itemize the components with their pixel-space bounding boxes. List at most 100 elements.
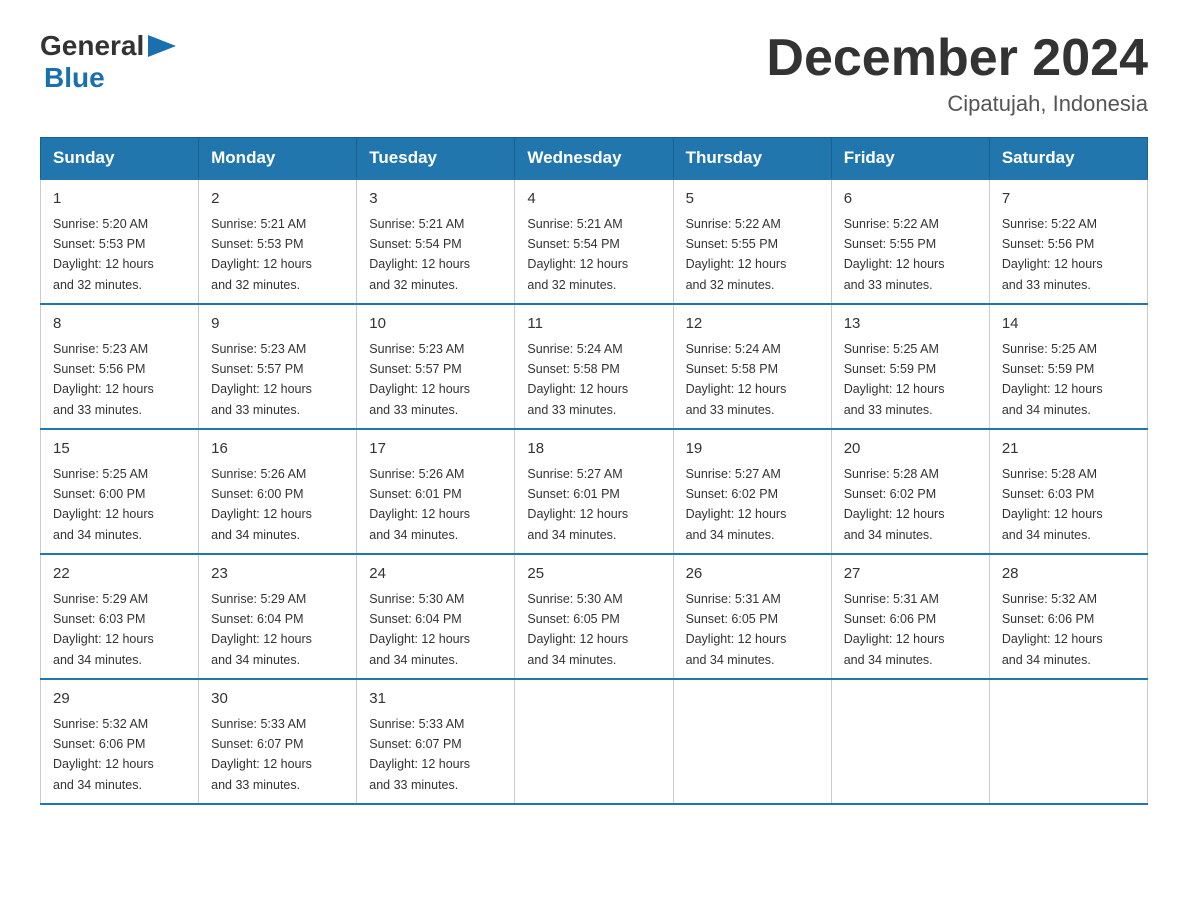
day-info: Sunrise: 5:23 AMSunset: 5:57 PMDaylight:… [369,342,470,417]
day-number: 18 [527,438,660,461]
day-number: 14 [1002,313,1135,336]
header-thursday: Thursday [673,138,831,180]
day-number: 9 [211,313,344,336]
calendar-table: SundayMondayTuesdayWednesdayThursdayFrid… [40,137,1148,805]
day-number: 15 [53,438,186,461]
day-info: Sunrise: 5:24 AMSunset: 5:58 PMDaylight:… [527,342,628,417]
header-tuesday: Tuesday [357,138,515,180]
day-info: Sunrise: 5:21 AMSunset: 5:54 PMDaylight:… [527,217,628,292]
page-header: General Blue December 2024 Cipatujah, In… [40,30,1148,117]
day-info: Sunrise: 5:25 AMSunset: 5:59 PMDaylight:… [844,342,945,417]
day-number: 13 [844,313,977,336]
day-number: 16 [211,438,344,461]
day-info: Sunrise: 5:25 AMSunset: 6:00 PMDaylight:… [53,467,154,542]
header-sunday: Sunday [41,138,199,180]
day-number: 22 [53,563,186,586]
day-number: 29 [53,688,186,711]
logo: General Blue [40,30,176,94]
calendar-cell-w4-d1: 23 Sunrise: 5:29 AMSunset: 6:04 PMDaylig… [199,554,357,679]
calendar-week-5: 29 Sunrise: 5:32 AMSunset: 6:06 PMDaylig… [41,679,1148,804]
calendar-cell-w5-d2: 31 Sunrise: 5:33 AMSunset: 6:07 PMDaylig… [357,679,515,804]
header-monday: Monday [199,138,357,180]
day-info: Sunrise: 5:29 AMSunset: 6:03 PMDaylight:… [53,592,154,667]
day-number: 20 [844,438,977,461]
calendar-cell-w1-d1: 2 Sunrise: 5:21 AMSunset: 5:53 PMDayligh… [199,179,357,304]
day-info: Sunrise: 5:27 AMSunset: 6:02 PMDaylight:… [686,467,787,542]
day-info: Sunrise: 5:28 AMSunset: 6:03 PMDaylight:… [1002,467,1103,542]
day-number: 3 [369,188,502,211]
calendar-cell-w5-d4 [673,679,831,804]
day-info: Sunrise: 5:27 AMSunset: 6:01 PMDaylight:… [527,467,628,542]
calendar-cell-w4-d0: 22 Sunrise: 5:29 AMSunset: 6:03 PMDaylig… [41,554,199,679]
day-info: Sunrise: 5:23 AMSunset: 5:56 PMDaylight:… [53,342,154,417]
calendar-cell-w2-d6: 14 Sunrise: 5:25 AMSunset: 5:59 PMDaylig… [989,304,1147,429]
calendar-cell-w2-d5: 13 Sunrise: 5:25 AMSunset: 5:59 PMDaylig… [831,304,989,429]
logo-arrow-icon [148,35,176,57]
day-number: 8 [53,313,186,336]
header-friday: Friday [831,138,989,180]
day-info: Sunrise: 5:26 AMSunset: 6:00 PMDaylight:… [211,467,312,542]
calendar-week-1: 1 Sunrise: 5:20 AMSunset: 5:53 PMDayligh… [41,179,1148,304]
day-info: Sunrise: 5:22 AMSunset: 5:55 PMDaylight:… [686,217,787,292]
day-info: Sunrise: 5:31 AMSunset: 6:06 PMDaylight:… [844,592,945,667]
day-number: 31 [369,688,502,711]
day-number: 17 [369,438,502,461]
calendar-cell-w2-d0: 8 Sunrise: 5:23 AMSunset: 5:56 PMDayligh… [41,304,199,429]
day-info: Sunrise: 5:28 AMSunset: 6:02 PMDaylight:… [844,467,945,542]
day-info: Sunrise: 5:24 AMSunset: 5:58 PMDaylight:… [686,342,787,417]
day-number: 28 [1002,563,1135,586]
location-subtitle: Cipatujah, Indonesia [766,91,1148,117]
calendar-cell-w4-d3: 25 Sunrise: 5:30 AMSunset: 6:05 PMDaylig… [515,554,673,679]
day-info: Sunrise: 5:33 AMSunset: 6:07 PMDaylight:… [211,717,312,792]
calendar-cell-w2-d1: 9 Sunrise: 5:23 AMSunset: 5:57 PMDayligh… [199,304,357,429]
day-number: 12 [686,313,819,336]
calendar-cell-w5-d6 [989,679,1147,804]
day-number: 19 [686,438,819,461]
day-number: 30 [211,688,344,711]
day-number: 26 [686,563,819,586]
calendar-cell-w1-d2: 3 Sunrise: 5:21 AMSunset: 5:54 PMDayligh… [357,179,515,304]
day-info: Sunrise: 5:26 AMSunset: 6:01 PMDaylight:… [369,467,470,542]
calendar-cell-w2-d3: 11 Sunrise: 5:24 AMSunset: 5:58 PMDaylig… [515,304,673,429]
day-number: 11 [527,313,660,336]
calendar-cell-w2-d4: 12 Sunrise: 5:24 AMSunset: 5:58 PMDaylig… [673,304,831,429]
calendar-cell-w3-d3: 18 Sunrise: 5:27 AMSunset: 6:01 PMDaylig… [515,429,673,554]
calendar-cell-w4-d4: 26 Sunrise: 5:31 AMSunset: 6:05 PMDaylig… [673,554,831,679]
calendar-cell-w5-d0: 29 Sunrise: 5:32 AMSunset: 6:06 PMDaylig… [41,679,199,804]
day-info: Sunrise: 5:30 AMSunset: 6:05 PMDaylight:… [527,592,628,667]
month-year-title: December 2024 [766,30,1148,87]
day-info: Sunrise: 5:29 AMSunset: 6:04 PMDaylight:… [211,592,312,667]
day-info: Sunrise: 5:25 AMSunset: 5:59 PMDaylight:… [1002,342,1103,417]
day-info: Sunrise: 5:33 AMSunset: 6:07 PMDaylight:… [369,717,470,792]
calendar-week-2: 8 Sunrise: 5:23 AMSunset: 5:56 PMDayligh… [41,304,1148,429]
day-number: 21 [1002,438,1135,461]
title-section: December 2024 Cipatujah, Indonesia [766,30,1148,117]
calendar-cell-w4-d5: 27 Sunrise: 5:31 AMSunset: 6:06 PMDaylig… [831,554,989,679]
calendar-cell-w3-d1: 16 Sunrise: 5:26 AMSunset: 6:00 PMDaylig… [199,429,357,554]
calendar-cell-w1-d0: 1 Sunrise: 5:20 AMSunset: 5:53 PMDayligh… [41,179,199,304]
day-info: Sunrise: 5:22 AMSunset: 5:56 PMDaylight:… [1002,217,1103,292]
calendar-cell-w1-d5: 6 Sunrise: 5:22 AMSunset: 5:55 PMDayligh… [831,179,989,304]
calendar-cell-w2-d2: 10 Sunrise: 5:23 AMSunset: 5:57 PMDaylig… [357,304,515,429]
day-number: 7 [1002,188,1135,211]
logo-general-text: General [40,30,144,62]
day-info: Sunrise: 5:30 AMSunset: 6:04 PMDaylight:… [369,592,470,667]
day-number: 25 [527,563,660,586]
calendar-cell-w3-d4: 19 Sunrise: 5:27 AMSunset: 6:02 PMDaylig… [673,429,831,554]
day-number: 23 [211,563,344,586]
day-number: 6 [844,188,977,211]
calendar-cell-w3-d6: 21 Sunrise: 5:28 AMSunset: 6:03 PMDaylig… [989,429,1147,554]
calendar-week-3: 15 Sunrise: 5:25 AMSunset: 6:00 PMDaylig… [41,429,1148,554]
day-info: Sunrise: 5:22 AMSunset: 5:55 PMDaylight:… [844,217,945,292]
day-number: 5 [686,188,819,211]
logo-blue-text: Blue [44,62,105,93]
header-wednesday: Wednesday [515,138,673,180]
calendar-cell-w1-d3: 4 Sunrise: 5:21 AMSunset: 5:54 PMDayligh… [515,179,673,304]
calendar-cell-w1-d6: 7 Sunrise: 5:22 AMSunset: 5:56 PMDayligh… [989,179,1147,304]
calendar-cell-w4-d2: 24 Sunrise: 5:30 AMSunset: 6:04 PMDaylig… [357,554,515,679]
day-info: Sunrise: 5:21 AMSunset: 5:54 PMDaylight:… [369,217,470,292]
calendar-week-4: 22 Sunrise: 5:29 AMSunset: 6:03 PMDaylig… [41,554,1148,679]
calendar-cell-w3-d5: 20 Sunrise: 5:28 AMSunset: 6:02 PMDaylig… [831,429,989,554]
calendar-cell-w5-d5 [831,679,989,804]
calendar-cell-w5-d1: 30 Sunrise: 5:33 AMSunset: 6:07 PMDaylig… [199,679,357,804]
